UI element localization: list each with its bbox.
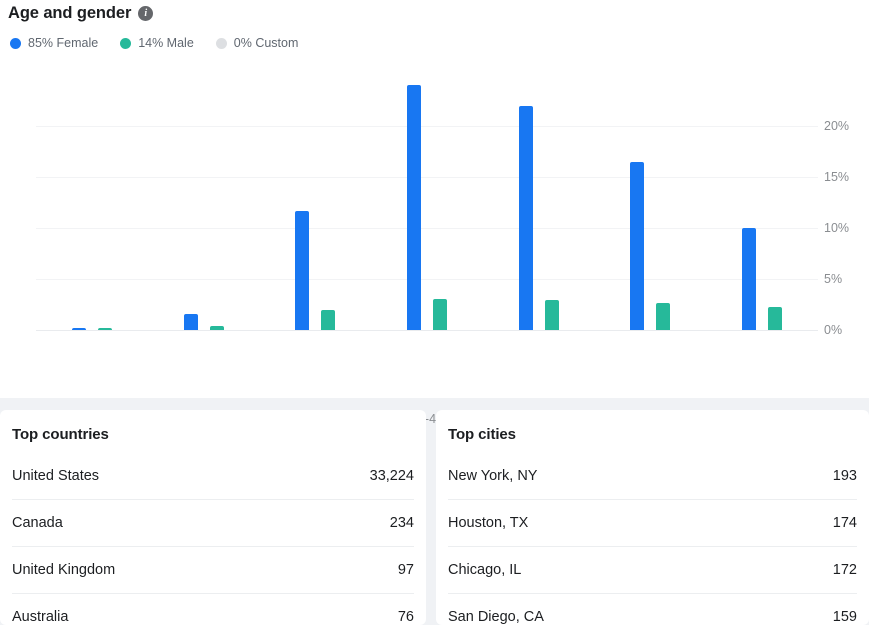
list-item-name: Houston, TX [448, 515, 529, 531]
list-item-name: New York, NY [448, 468, 538, 484]
y-axis-tick-label: 15% [824, 170, 850, 184]
chart-gridline [36, 177, 818, 178]
list-item: Canada 234 [12, 499, 414, 546]
bar-18-24-male[interactable] [209, 326, 224, 330]
legend-dot-custom [215, 37, 227, 49]
list-item-value: 172 [832, 562, 857, 578]
bar-55-64-male[interactable] [656, 303, 671, 330]
chart-gridline [36, 126, 818, 127]
chart-plot-area: 0%5%10%15%20%13-1718-2425-3435-4445-5455… [0, 60, 869, 426]
top-countries-list: United States 33,224 Canada 234 United Kingd… [12, 453, 414, 625]
bar-35-44-male[interactable] [433, 299, 447, 330]
list-item-name: Chicago, IL [448, 562, 522, 578]
bar-45-54-male[interactable] [544, 300, 559, 330]
bar-18-24-female[interactable] [183, 313, 198, 330]
list-item: Chicago, IL 172 [448, 546, 857, 593]
list-item-name: Canada [12, 515, 63, 531]
list-item-value: 159 [832, 609, 857, 625]
legend-label-custom: 0% Custom [233, 36, 299, 50]
legend-label-male: 14% Male [138, 36, 194, 50]
list-item-value: 193 [832, 468, 857, 484]
card-header: Age and gender i [8, 4, 154, 23]
top-countries-card: Top countries United States 33,224 Canada 2… [0, 410, 426, 625]
page-title: Age and gender [8, 4, 132, 22]
legend-item-custom[interactable]: 0% Custom [215, 36, 299, 50]
list-item: United Kingdom 97 [12, 546, 414, 593]
bar-55-64-female[interactable] [630, 161, 645, 330]
bar-45-54-female[interactable] [518, 105, 533, 330]
bar-13-17-male[interactable] [97, 328, 112, 330]
top-cities-card: Top cities New York, NY 193 Houston, TX 174… [436, 410, 869, 625]
list-item-value: 234 [389, 515, 414, 531]
chart-legend: 85% Female 14% Male 0% Custom [10, 36, 320, 50]
bar-65+-female[interactable] [742, 228, 757, 330]
bar-25-34-male[interactable] [321, 309, 336, 330]
list-item-name: Australia [12, 609, 69, 625]
legend-item-male[interactable]: 14% Male [120, 36, 194, 50]
list-item: Houston, TX 174 [448, 499, 857, 546]
chart-gridline [36, 279, 818, 280]
age-and-gender-card: Age and gender i 85% Female 14% Male 0% Cu… [0, 0, 869, 426]
y-axis-tick-label: 5% [824, 272, 843, 286]
list-item-value: 97 [397, 562, 414, 578]
list-item: Australia 76 [12, 593, 414, 625]
bar-65+-male[interactable] [768, 306, 783, 330]
top-cities-list: New York, NY 193 Houston, TX 174 Chicago, IL… [448, 453, 857, 625]
legend-dot-female [10, 37, 21, 49]
top-countries-title: Top countries [12, 426, 109, 443]
list-item-value: 33,224 [369, 468, 414, 484]
list-item-name: United Kingdom [12, 562, 116, 578]
info-icon[interactable]: i [138, 6, 154, 21]
y-axis-tick-label: 20% [824, 119, 850, 133]
legend-dot-male [120, 37, 132, 49]
bar-13-17-female[interactable] [71, 328, 86, 330]
list-item: San Diego, CA 159 [448, 593, 857, 625]
bar-35-44-female[interactable] [407, 85, 421, 330]
y-axis-tick-label: 10% [824, 221, 850, 235]
list-item: New York, NY 193 [448, 453, 857, 499]
lists-section: Top countries United States 33,224 Canada 2… [0, 410, 869, 625]
legend-item-female[interactable]: 85% Female [10, 36, 98, 50]
y-axis-tick-label: 0% [824, 323, 843, 337]
list-item-value: 76 [397, 609, 414, 625]
list-item: United States 33,224 [12, 453, 414, 499]
bar-25-34-female[interactable] [295, 210, 310, 330]
list-item-value: 174 [832, 515, 857, 531]
list-item-name: United States [12, 468, 100, 484]
legend-label-female: 85% Female [28, 36, 99, 50]
top-cities-title: Top cities [448, 426, 516, 443]
chart-gridline [36, 228, 818, 229]
list-item-name: San Diego, CA [448, 609, 544, 625]
chart-baseline [36, 330, 818, 331]
